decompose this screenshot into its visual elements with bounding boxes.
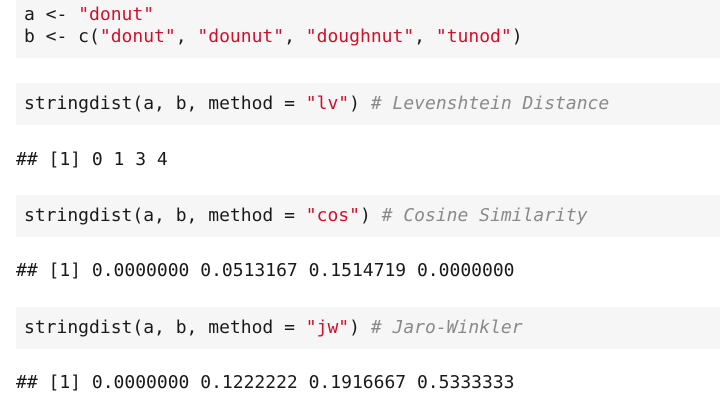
setup-line-b: b <- c("donut", "dounut", "doughnut", "t… — [24, 26, 720, 48]
code-text: ) — [359, 205, 382, 226]
code-comment: # Jaro-Winkler — [370, 317, 523, 338]
code-text: a <- — [24, 4, 79, 25]
separator: , — [284, 26, 306, 47]
code-comment: # Levenshtein Distance — [370, 93, 610, 114]
code-text: stringdist(a, b, method = — [24, 205, 306, 226]
code-text: b <- c( — [24, 26, 100, 47]
string-literal: "donut" — [99, 26, 176, 47]
string-literal: "donut" — [78, 4, 155, 25]
separator: , — [175, 26, 198, 47]
code-text: ) — [349, 317, 371, 338]
string-literal: "jw" — [305, 317, 350, 338]
code-text: ) — [349, 93, 371, 114]
code-comment: # Cosine Similarity — [381, 205, 588, 226]
output-lv: ## [1] 0 1 3 4 — [16, 149, 168, 170]
code-block-jw: stringdist(a, b, method = "jw") # Jaro-W… — [16, 307, 720, 349]
output-cos: ## [1] 0.0000000 0.0513167 0.1514719 0.0… — [16, 260, 515, 281]
string-literal: "dounut" — [197, 26, 285, 47]
code-text: ) — [511, 26, 523, 47]
code-block-lv: stringdist(a, b, method = "lv") # Levens… — [16, 83, 720, 125]
string-literal: "cos" — [305, 205, 360, 226]
setup-code-block: a <- "donut" b <- c("donut", "dounut", "d… — [16, 0, 720, 58]
string-literal: "lv" — [305, 93, 350, 114]
code-text: stringdist(a, b, method = — [24, 317, 306, 338]
code-text: stringdist(a, b, method = — [24, 93, 306, 114]
string-literal: "doughnut" — [305, 26, 415, 47]
setup-line-a: a <- "donut" — [24, 4, 720, 26]
separator: , — [414, 26, 436, 47]
code-block-cos: stringdist(a, b, method = "cos") # Cosin… — [16, 195, 720, 237]
string-literal: "tunod" — [435, 26, 512, 47]
output-jw: ## [1] 0.0000000 0.1222222 0.1916667 0.5… — [16, 372, 515, 393]
